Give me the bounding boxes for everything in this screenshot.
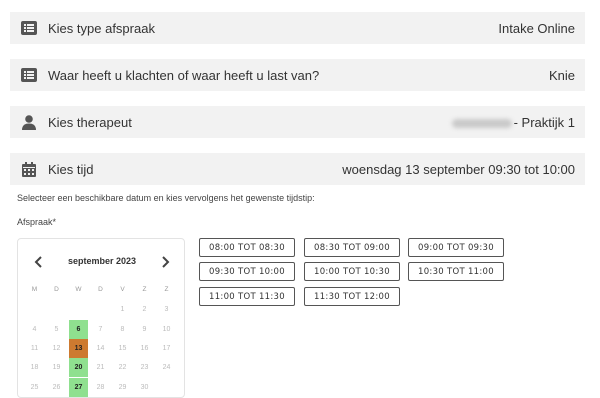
calendar-day: 30 xyxy=(140,383,149,391)
calendar-day-available[interactable]: 6 xyxy=(69,319,88,339)
calendar-day: 25 xyxy=(30,383,39,391)
complaint-row[interactable]: Waar heeft u klachten of waar heeft u la… xyxy=(10,59,585,91)
complaint-value: Knie xyxy=(548,67,575,83)
calendar-day: 22 xyxy=(118,364,127,372)
therapist-practice: - Praktijk 1 xyxy=(513,114,575,130)
appointment-type-value: Intake Online xyxy=(498,20,575,36)
appointment-type-row[interactable]: Kies type afspraak Intake Online xyxy=(10,12,585,44)
calendar-day: 28 xyxy=(96,383,105,391)
calendar-day: 1 xyxy=(120,306,125,314)
time-slot-button[interactable]: 11:00 TOT 11:30 xyxy=(199,287,295,306)
complaint-label: Waar heeft u klachten of waar heeft u la… xyxy=(48,67,320,83)
time-slot-button[interactable]: 08:00 TOT 08:30 xyxy=(199,238,295,257)
list-icon xyxy=(20,66,38,84)
calendar-day: 19 xyxy=(52,364,61,372)
therapist-value: - Praktijk 1 xyxy=(451,114,575,130)
therapist-row[interactable]: Kies therapeut - Praktijk 1 xyxy=(10,106,585,138)
time-slot-button[interactable]: 11:30 TOT 12:00 xyxy=(304,287,400,306)
calendar-day: 16 xyxy=(140,344,149,352)
calendar-day-available[interactable]: 20 xyxy=(69,358,88,378)
calendar-day-available[interactable]: 27 xyxy=(69,377,88,397)
weekday-header: D xyxy=(98,286,103,293)
person-icon xyxy=(20,113,38,131)
time-row[interactable]: Kies tijd woensdag 13 september 09:30 to… xyxy=(10,153,585,185)
weekday-header: Z xyxy=(164,286,169,293)
time-slot-button[interactable]: 09:30 TOT 10:00 xyxy=(199,262,295,281)
time-slot-button[interactable]: 09:00 TOT 09:30 xyxy=(408,238,504,257)
calendar-icon xyxy=(20,160,38,178)
weekday-header: V xyxy=(120,286,125,293)
therapist-label: Kies therapeut xyxy=(48,114,132,130)
help-text: Selecteer een beschikbare datum en kies … xyxy=(17,193,315,203)
calendar-day: 18 xyxy=(30,364,39,372)
calendar-day: 11 xyxy=(30,344,39,352)
calendar-day-selected[interactable]: 13 xyxy=(69,338,88,358)
calendar-day: 3 xyxy=(164,306,169,314)
calendar-day: 2 xyxy=(142,306,147,314)
weekday-header: D xyxy=(54,286,59,293)
calendar-day: 26 xyxy=(52,383,61,391)
calendar-day: 21 xyxy=(96,364,105,372)
calendar-header: september 2023 xyxy=(18,252,186,272)
weekday-header: W xyxy=(75,286,82,293)
calendar-day: 29 xyxy=(118,383,127,391)
chevron-right-icon[interactable] xyxy=(156,252,176,272)
calendar-day: 14 xyxy=(96,344,105,352)
time-label: Kies tijd xyxy=(48,161,94,177)
calendar-day: 12 xyxy=(52,344,61,352)
appointment-field-label: Afspraak* xyxy=(17,217,57,227)
calendar-day: 7 xyxy=(98,325,103,333)
appointment-type-label: Kies type afspraak xyxy=(48,20,155,36)
blurred-therapist-name xyxy=(451,118,512,128)
time-value: woensdag 13 september 09:30 tot 10:00 xyxy=(342,161,575,177)
weekday-header: M xyxy=(31,286,38,293)
calendar-day: 17 xyxy=(162,344,171,352)
calendar-day: 9 xyxy=(142,325,147,333)
weekday-header: Z xyxy=(142,286,147,293)
list-icon xyxy=(20,19,38,37)
calendar-day: 8 xyxy=(120,325,125,333)
time-slot-button[interactable]: 08:30 TOT 09:00 xyxy=(304,238,400,257)
calendar-day: 10 xyxy=(162,325,171,333)
calendar-day: 4 xyxy=(32,325,37,333)
date-picker: september 2023 M D W D V Z Z 1 2 3 4 5 6 7 8 9 10 11 12 13 1… xyxy=(17,238,185,398)
calendar-day: 15 xyxy=(118,344,127,352)
calendar-day: 24 xyxy=(162,364,171,372)
calendar-day: 5 xyxy=(54,325,59,333)
calendar-day: 23 xyxy=(140,364,149,372)
time-slot-button[interactable]: 10:00 TOT 10:30 xyxy=(304,262,400,281)
time-slot-button[interactable]: 10:30 TOT 11:00 xyxy=(408,262,504,281)
